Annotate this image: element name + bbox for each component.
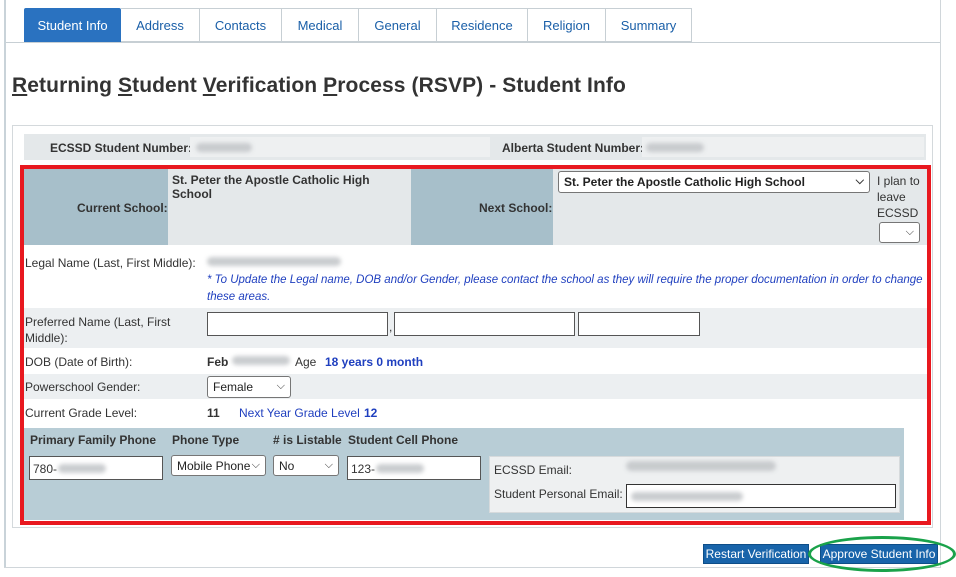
- tab-medical[interactable]: Medical: [282, 8, 359, 42]
- highlight-oval: [808, 536, 956, 572]
- alberta-student-number-label: Alberta Student Number:: [502, 141, 645, 155]
- redacted-value: [196, 143, 252, 152]
- tab-religion[interactable]: Religion: [528, 8, 606, 42]
- tab-address[interactable]: Address: [121, 8, 200, 42]
- frame-left-border: [4, 0, 6, 568]
- page-title: Returning Student Verification Process (…: [12, 74, 626, 97]
- tab-contacts[interactable]: Contacts: [200, 8, 282, 42]
- alberta-student-number-value: [642, 137, 924, 157]
- redacted-value: [646, 143, 704, 152]
- restart-verification-button[interactable]: Restart Verification: [703, 544, 809, 564]
- highlight-box: [20, 165, 931, 525]
- tab-general[interactable]: General: [359, 8, 437, 42]
- ecssd-student-number-label: ECSSD Student Number:: [50, 141, 193, 155]
- tab-bar: Student Info Address Contacts Medical Ge…: [24, 8, 692, 42]
- tab-summary[interactable]: Summary: [606, 8, 692, 42]
- tab-residence[interactable]: Residence: [437, 8, 528, 42]
- tab-student-info[interactable]: Student Info: [24, 8, 121, 42]
- ecssd-student-number-value: [190, 137, 490, 157]
- tab-divider: [6, 42, 940, 43]
- frame-right-border: [940, 0, 941, 568]
- frame-bottom-border: [4, 567, 941, 568]
- student-number-row: ECSSD Student Number: Alberta Student Nu…: [24, 134, 926, 160]
